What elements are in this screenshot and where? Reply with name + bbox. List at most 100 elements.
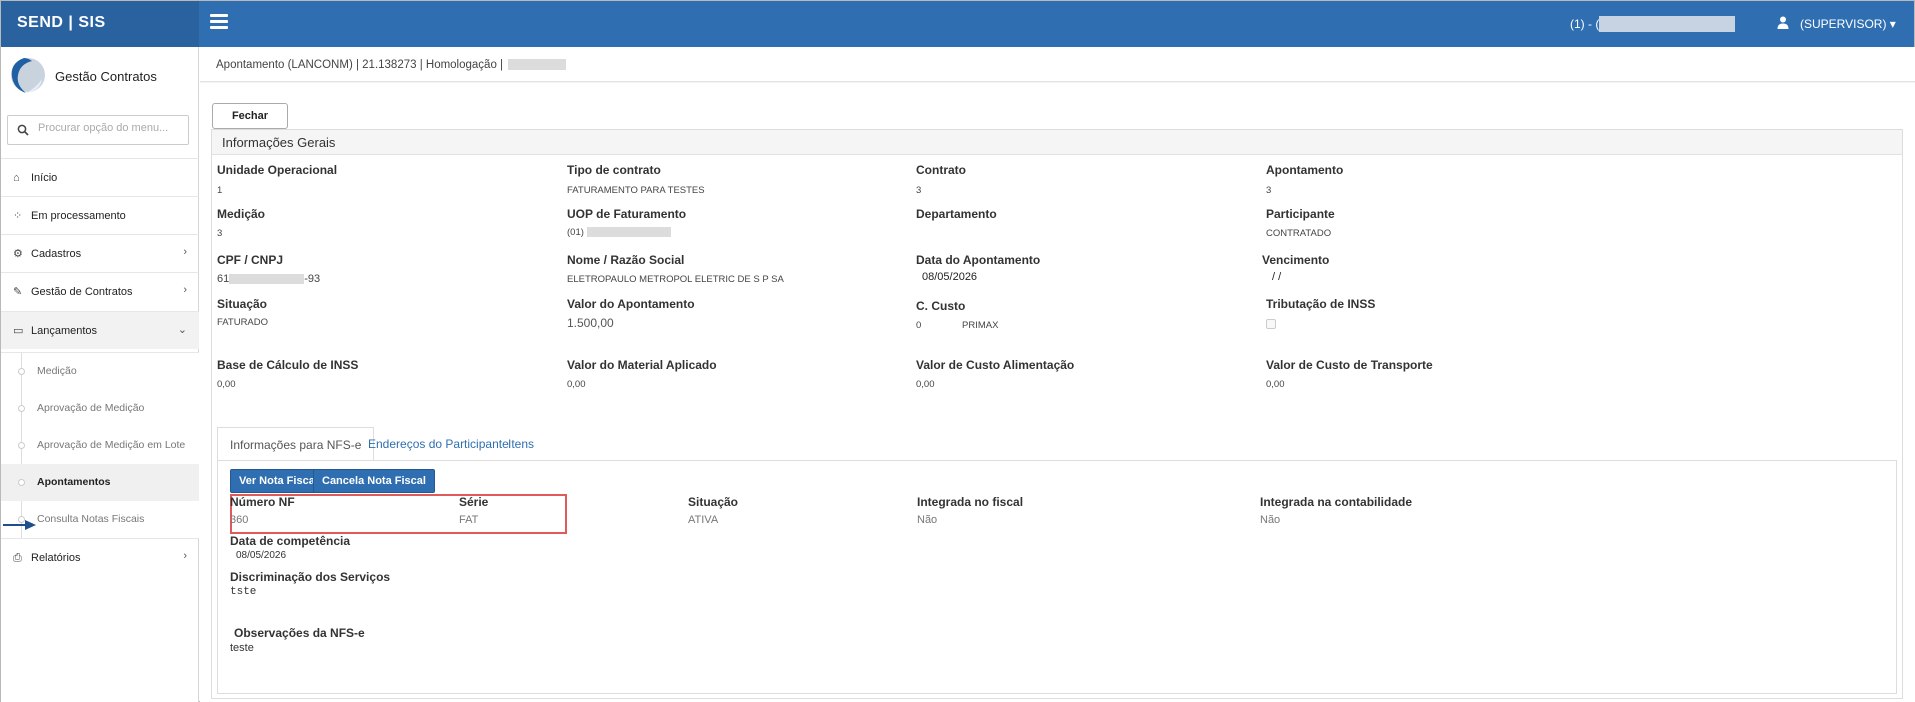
subitem-aprovacao-medicao-lote[interactable]: Aprovação de Medição em Lote: [1, 427, 199, 464]
tributacao-inss-checkbox[interactable]: [1266, 319, 1276, 329]
general-info-panel: Informações Gerais Unidade Operacional 1…: [211, 129, 1903, 699]
breadcrumb-text: Apontamento (LANCONM) | 21.138273 | Homo…: [216, 59, 507, 71]
material-label: Valor do Material Aplicado: [567, 358, 717, 372]
contrato-label: Contrato: [916, 163, 966, 177]
sidebar-item-label: Em processamento: [31, 210, 126, 222]
bullet-icon: [18, 479, 25, 486]
cpf-redacted: [229, 274, 305, 285]
sidebar-item-label: Lançamentos: [31, 325, 98, 337]
laptop-icon: ▭: [13, 325, 24, 337]
menu-search-input[interactable]: [38, 122, 184, 134]
subitem-label: Aprovação de Medição em Lote: [37, 439, 186, 451]
tab-nfse[interactable]: Informações para NFS-e: [217, 427, 375, 461]
main-content: Apontamento (LANCONM) | 21.138273 | Homo…: [200, 47, 1915, 702]
close-button[interactable]: Fechar: [212, 103, 288, 129]
situacao-label: Situação: [217, 297, 268, 311]
sidebar-item-relatorios[interactable]: ⎙ Relatórios ›: [1, 538, 199, 576]
app-logo-icon: [11, 58, 45, 93]
nome-value: ELETROPAULO METROPOL ELETRIC DE S P SA: [567, 274, 784, 285]
base-inss-label: Base de Cálculo de INSS: [217, 358, 359, 372]
material-value: 0,00: [567, 379, 586, 390]
chevron-right-icon: ›: [183, 550, 187, 562]
tipo-contrato-value: FATURAMENTO PARA TESTES: [567, 185, 705, 196]
cogs-icon: ⚙: [13, 248, 23, 260]
panel-header: Informações Gerais: [212, 130, 1902, 155]
ccusto-label: C. Custo: [916, 299, 966, 313]
lancamentos-submenu: Medição Aprovação de Medição Aprovação d…: [1, 352, 199, 539]
discriminacao-value: tste: [230, 586, 257, 598]
alimentacao-value: 0,00: [916, 379, 935, 390]
participante-value: CONTRATADO: [1266, 228, 1332, 239]
observacoes-value: teste: [230, 642, 254, 654]
observacoes-label: Observações da NFS-e: [234, 626, 365, 640]
data-apontamento-label: Data do Apontamento: [916, 253, 1041, 267]
subitem-medicao[interactable]: Medição: [1, 353, 199, 390]
panel-title: Informações Gerais: [222, 135, 336, 150]
numero-nf-label: Número NF: [230, 495, 295, 509]
subitem-label: Aprovação de Medição: [37, 402, 145, 414]
chevron-right-icon: ›: [183, 246, 187, 258]
sidebar-item-lancamentos[interactable]: ▭ Lançamentos ⌄: [1, 311, 199, 349]
bullet-icon: [18, 405, 25, 412]
ccusto-name: PRIMAX: [962, 320, 999, 331]
transporte-label: Valor de Custo de Transporte: [1266, 358, 1433, 372]
competencia-value: 08/05/2026: [236, 550, 287, 561]
apontamento-label: Apontamento: [1266, 163, 1344, 177]
cpf-cnpj-label: CPF / CNPJ: [217, 253, 284, 267]
valor-apontamento-label: Valor do Apontamento: [567, 297, 695, 311]
data-apontamento-value: 08/05/2026: [922, 271, 978, 283]
medicao-value: 3: [217, 228, 223, 239]
tipo-contrato-label: Tipo de contrato: [567, 163, 661, 177]
cancel-invoice-button[interactable]: Cancela Nota Fiscal: [313, 469, 435, 493]
brand-title[interactable]: SEND | SIS: [1, 1, 199, 47]
vencimento-value: / /: [1272, 271, 1282, 283]
cpf-prefix: 61: [217, 273, 230, 285]
search-icon: [17, 124, 29, 136]
subitem-apontamentos[interactable]: Apontamentos: [1, 464, 199, 501]
subitem-aprovacao-medicao[interactable]: Aprovação de Medição: [1, 390, 199, 427]
company-code: (1) - (: [1570, 17, 1600, 31]
subitem-label: Medição: [37, 365, 77, 377]
sidebar-item-label: Cadastros: [31, 248, 82, 260]
medicao-label: Medição: [217, 207, 266, 221]
printer-icon: ⎙: [13, 552, 22, 564]
tab-itens[interactable]: Itens: [496, 427, 546, 461]
menu-search[interactable]: [7, 115, 189, 145]
home-icon: ⌂: [13, 172, 20, 184]
bullet-icon: [18, 368, 25, 375]
sidebar-item-cadastros[interactable]: ⚙ Cadastros ›: [1, 234, 199, 272]
base-inss-value: 0,00: [217, 379, 236, 390]
user-menu[interactable]: (SUPERVISOR) ▾: [1800, 17, 1896, 31]
app-name: Gestão Contratos: [55, 69, 157, 84]
serie-value: FAT: [459, 514, 479, 526]
menu-toggle-icon[interactable]: [210, 14, 228, 30]
sidebar-item-em-processamento[interactable]: ⁘ Em processamento: [1, 196, 199, 234]
sidebar-item-inicio[interactable]: ⌂ Início: [1, 158, 199, 196]
cpf-cnpj-value: 61 -93: [217, 273, 320, 285]
apontamento-value: 3: [1266, 185, 1272, 196]
integrada-fiscal-value: Não: [917, 514, 938, 526]
spinner-icon: ⁘: [13, 210, 23, 222]
top-bar: SEND | SIS (1) - ( (SUPERVISOR) ▾: [1, 1, 1914, 47]
unidade-value: 1: [217, 185, 223, 196]
uop-value: (01): [567, 227, 671, 238]
integrada-fiscal-label: Integrada no fiscal: [917, 495, 1024, 509]
sidebar-item-label: Relatórios: [31, 552, 81, 564]
transporte-value: 0,00: [1266, 379, 1285, 390]
nf-situacao-label: Situação: [688, 495, 739, 509]
valor-apontamento-value: 1.500,00: [567, 316, 614, 330]
sidebar-item-label: Gestão de Contratos: [31, 286, 133, 298]
uop-code: (01): [567, 227, 584, 238]
nf-situacao-value: ATIVA: [688, 514, 719, 526]
company-name-redacted: [1599, 16, 1735, 32]
alimentacao-label: Valor de Custo Alimentação: [916, 358, 1075, 372]
sidebar-item-gestao-contratos[interactable]: ✎ Gestão de Contratos ›: [1, 272, 199, 310]
breadcrumb: Apontamento (LANCONM) | 21.138273 | Homo…: [216, 59, 567, 71]
vencimento-label: Vencimento: [1262, 253, 1330, 267]
participante-label: Participante: [1266, 207, 1335, 221]
subitem-label: Apontamentos: [37, 476, 111, 488]
nome-label: Nome / Razão Social: [567, 253, 685, 267]
uop-label: UOP de Faturamento: [567, 207, 687, 221]
departamento-label: Departamento: [916, 207, 997, 221]
arrow-right-icon: [3, 520, 36, 530]
